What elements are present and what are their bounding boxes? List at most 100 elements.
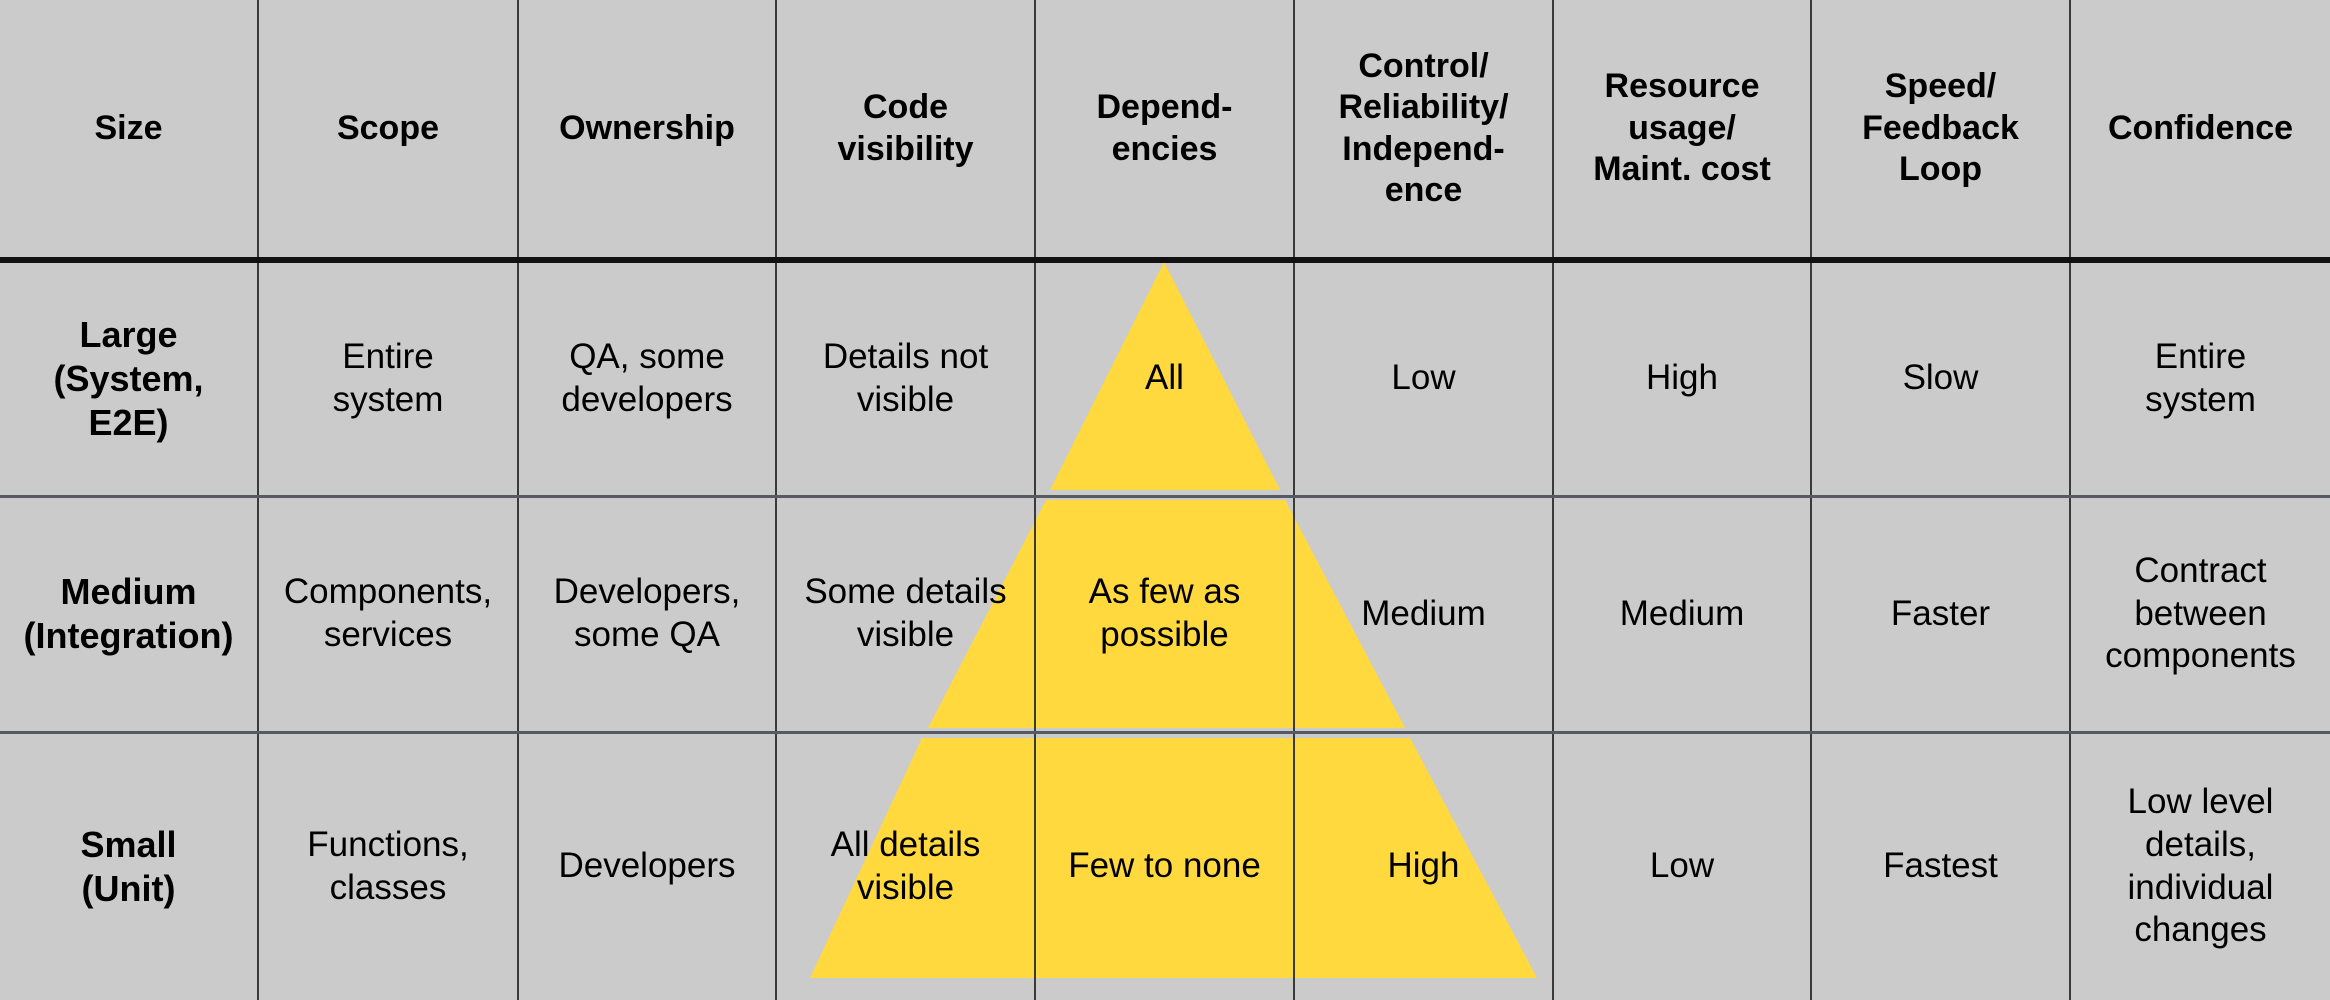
- cell-small-confidence-line2: details,: [2145, 825, 2256, 865]
- cell-large-scope-line1: Entire: [342, 337, 434, 377]
- cell-large-size-line3: E2E): [88, 401, 169, 443]
- column-header-size: Size: [0, 0, 258, 263]
- column-header-code-visibility: Code visibility: [775, 0, 1035, 263]
- cell-large-deps-line1: All: [1145, 358, 1184, 398]
- header-control-line3: Independ-: [1342, 129, 1505, 168]
- cell-medium-resource-line1: Medium: [1619, 593, 1745, 633]
- cell-small-code-visibility: All details visible: [775, 730, 1035, 1000]
- cell-small-scope-line2: classes: [329, 867, 447, 907]
- cell-medium-confidence-line2: between: [2134, 593, 2267, 633]
- cell-large-size: Large (System, E2E): [0, 260, 258, 496]
- cell-medium-speed-line1: Faster: [1890, 593, 1991, 633]
- cell-large-speed: Slow: [1810, 260, 2070, 496]
- cell-medium-scope-line1: Components,: [283, 572, 493, 612]
- column-header-resource-usage-maint-cost: Resource usage/ Maint. cost: [1552, 0, 1811, 263]
- cell-medium-scope-line2: services: [323, 615, 453, 654]
- cell-small-speed-line1: Fastest: [1883, 846, 1998, 886]
- cell-medium-codevis-line2: visible: [856, 615, 955, 654]
- diagram-root: Size Scope Ownership Code visibility Dep…: [0, 0, 2330, 1000]
- cell-medium-ownership-line1: Developers,: [553, 572, 741, 612]
- cell-large-size-line2: (System,: [53, 357, 204, 399]
- cell-medium-code-visibility: Some details visible: [775, 494, 1035, 732]
- cell-large-confidence-line1: Entire: [2154, 337, 2247, 377]
- test-sizes-comparison-table: Size Scope Ownership Code visibility Dep…: [0, 0, 2330, 1000]
- cell-small-confidence: Low level details, individual changes: [2069, 730, 2330, 1000]
- header-control-line4: ence: [1384, 170, 1463, 209]
- header-codevis-line1: Code: [863, 88, 948, 127]
- cell-large-speed-line1: Slow: [1902, 358, 1979, 398]
- cell-medium-ownership: Developers, some QA: [517, 494, 776, 732]
- cell-medium-deps-line2: possible: [1100, 615, 1229, 654]
- cell-large-scope: Entire system: [257, 260, 518, 496]
- cell-small-scope-line1: Functions,: [307, 825, 469, 865]
- cell-medium-size-line2: (Integration): [23, 615, 234, 656]
- header-resource-line2: usage/: [1628, 108, 1736, 147]
- header-resource-line1: Resource: [1604, 67, 1760, 106]
- cell-small-size: Small (Unit): [0, 730, 258, 1000]
- header-deps-line1: Depend-: [1096, 88, 1233, 127]
- cell-medium-ownership-line2: some QA: [574, 615, 720, 654]
- cell-medium-speed: Faster: [1810, 494, 2070, 732]
- header-codevis-line2: visibility: [837, 129, 974, 168]
- cell-medium-deps-line1: As few as: [1088, 572, 1241, 612]
- column-header-ownership: Ownership: [517, 0, 776, 263]
- column-header-control-reliability-independence: Control/ Reliability/ Independ- ence: [1293, 0, 1553, 263]
- cell-small-control-line1: High: [1387, 846, 1460, 886]
- cell-small-resource-line1: Low: [1649, 846, 1715, 886]
- cell-small-deps-line1: Few to none: [1068, 846, 1261, 886]
- cell-medium-codevis-line1: Some details: [804, 572, 1007, 612]
- cell-small-scope: Functions, classes: [257, 730, 518, 1000]
- header-deps-line2: encies: [1111, 129, 1218, 168]
- header-confidence-line1: Confidence: [2107, 108, 2294, 147]
- cell-large-codevis-line1: Details not: [822, 337, 989, 377]
- header-ownership-line1: Ownership: [559, 108, 735, 147]
- table-row: Small (Unit) Functions, classes Develope…: [0, 730, 2330, 1000]
- cell-small-dependencies: Few to none: [1034, 730, 1294, 1000]
- column-header-scope: Scope: [257, 0, 518, 263]
- cell-large-control-line1: Low: [1391, 358, 1456, 398]
- cell-medium-scope: Components, services: [257, 494, 518, 732]
- cell-small-ownership: Developers: [517, 730, 776, 1000]
- cell-large-code-visibility: Details not visible: [775, 260, 1035, 496]
- cell-small-ownership-line1: Developers: [558, 846, 736, 886]
- cell-large-size-line1: Large: [79, 313, 178, 355]
- cell-large-ownership: QA, some developers: [517, 260, 776, 496]
- table-row: Medium (Integration) Components, service…: [0, 494, 2330, 732]
- header-control-line2: Reliability/: [1338, 88, 1509, 127]
- header-speed-line1: Speed/: [1884, 67, 1997, 106]
- cell-small-speed: Fastest: [1810, 730, 2070, 1000]
- cell-large-ownership-line2: developers: [561, 379, 733, 419]
- cell-large-codevis-line2: visible: [856, 379, 955, 419]
- column-header-speed-feedback-loop: Speed/ Feedback Loop: [1810, 0, 2070, 263]
- header-row: Size Scope Ownership Code visibility Dep…: [0, 0, 2330, 263]
- header-control-line1: Control/: [1358, 46, 1489, 85]
- cell-small-codevis-line2: visible: [856, 867, 955, 907]
- table-row: Large (System, E2E) Entire system QA, so…: [0, 260, 2330, 496]
- cell-medium-confidence: Contract between components: [2069, 494, 2330, 732]
- cell-medium-size-line1: Medium: [60, 571, 197, 613]
- header-scope-line1: Scope: [336, 108, 440, 147]
- header-speed-line3: Loop: [1898, 150, 1983, 189]
- cell-large-control: Low: [1293, 260, 1553, 496]
- cell-large-resource-line1: High: [1646, 358, 1718, 398]
- table-body: Large (System, E2E) Entire system QA, so…: [0, 260, 2330, 1000]
- cell-large-resource: High: [1552, 260, 1811, 496]
- cell-small-size-line2: (Unit): [81, 867, 176, 909]
- cell-small-codevis-line1: All details: [830, 825, 981, 865]
- cell-medium-resource: Medium: [1552, 494, 1811, 732]
- header-speed-line2: Feedback: [1862, 108, 2019, 147]
- cell-large-confidence-line2: system: [2145, 379, 2256, 419]
- cell-small-size-line1: Small: [80, 823, 177, 865]
- cell-medium-control: Medium: [1293, 494, 1553, 732]
- cell-medium-size: Medium (Integration): [0, 494, 258, 732]
- header-resource-line3: Maint. cost: [1593, 150, 1771, 189]
- cell-small-resource: Low: [1552, 730, 1811, 1000]
- header-size-line1: Size: [94, 108, 163, 147]
- cell-small-confidence-line1: Low level: [2127, 782, 2274, 822]
- cell-small-confidence-line4: changes: [2134, 910, 2267, 950]
- cell-large-scope-line2: system: [332, 379, 444, 419]
- cell-large-confidence: Entire system: [2069, 260, 2330, 496]
- cell-large-ownership-line1: QA, some: [569, 337, 725, 377]
- cell-large-dependencies: All: [1034, 260, 1294, 496]
- cell-small-control: High: [1293, 730, 1553, 1000]
